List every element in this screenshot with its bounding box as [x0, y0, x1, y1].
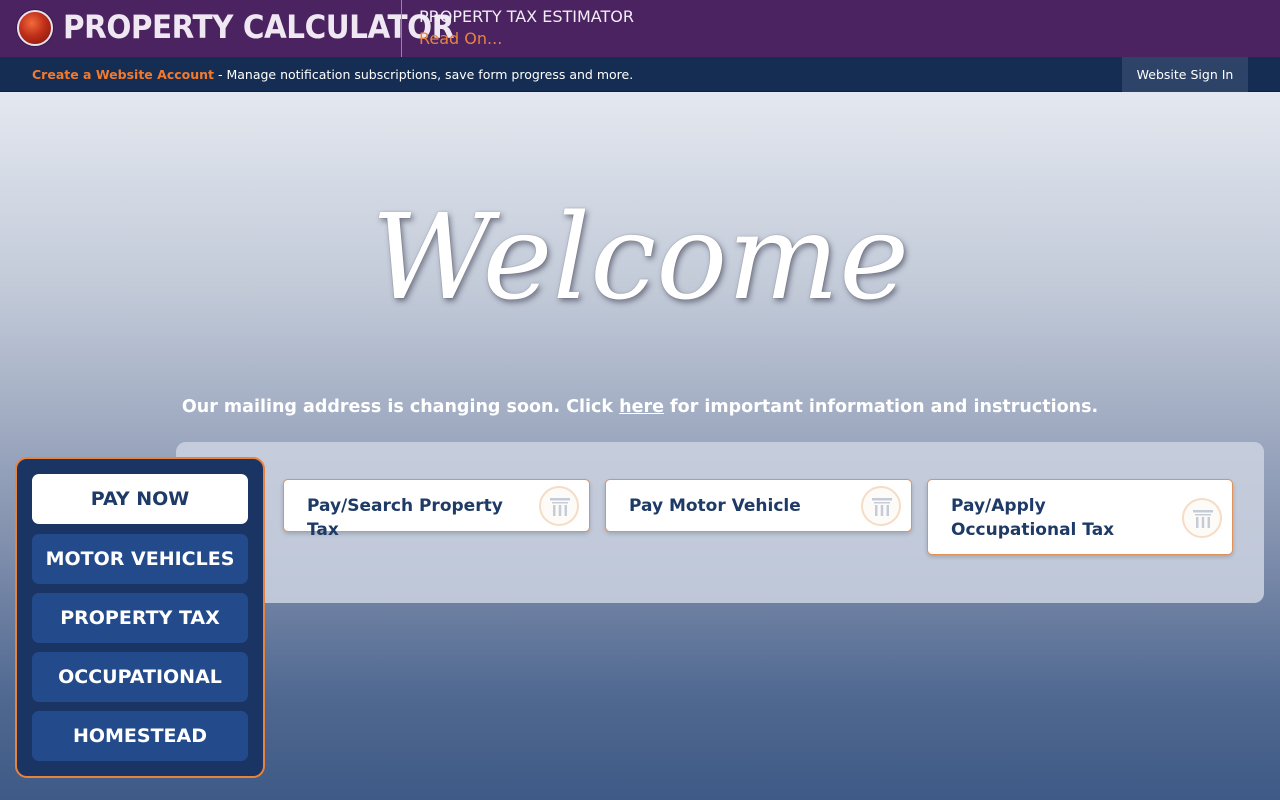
notice-text-end: for important information and instructio… [663, 397, 1099, 417]
notice-here-link[interactable]: here [619, 397, 664, 417]
notice-text-start: Our mailing address is changing soon. Cl… [181, 397, 620, 417]
create-account-link[interactable]: Create a Website Account [32, 67, 214, 82]
welcome-heading: Welcome [370, 188, 910, 326]
promo-title: PROPERTY TAX ESTIMATOR [419, 7, 634, 26]
logo-icon[interactable] [17, 10, 53, 46]
top-banner: PROPERTY CALCULATOR PROPERTY TAX ESTIMAT… [0, 0, 1280, 57]
card-label: Pay/Apply Occupational Tax [951, 496, 1115, 540]
promo-read-on-link[interactable]: Read On... [419, 29, 502, 48]
card-pay-apply-occupational-tax[interactable]: Pay/Apply Occupational Tax [927, 479, 1233, 555]
account-message: Create a Website Account - Manage notifi… [32, 67, 633, 82]
account-bar: Create a Website Account - Manage notifi… [0, 57, 1280, 92]
pillar-icon [539, 486, 579, 526]
menu-property-tax[interactable]: PROPERTY TAX [32, 593, 248, 643]
sign-in-button[interactable]: Website Sign In [1122, 57, 1248, 92]
card-label: Pay/Search Property Tax [307, 496, 503, 540]
card-label: Pay Motor Vehicle [629, 496, 801, 516]
card-pay-search-property-tax[interactable]: Pay/Search Property Tax [283, 479, 590, 540]
pillar-icon [1182, 498, 1222, 538]
menu-occupational[interactable]: OCCUPATIONAL [32, 652, 248, 702]
mailing-notice: Our mailing address is changing soon. Cl… [0, 397, 1280, 417]
menu-motor-vehicles[interactable]: MOTOR VEHICLES [32, 534, 248, 584]
site-brand[interactable]: PROPERTY CALCULATOR [63, 8, 454, 46]
account-description: - Manage notification subscriptions, sav… [214, 67, 634, 82]
menu-pay-now[interactable]: PAY NOW [32, 474, 248, 524]
header-divider [401, 0, 402, 57]
card-pay-motor-vehicle[interactable]: Pay Motor Vehicle [605, 479, 912, 532]
side-menu: PAY NOW MOTOR VEHICLES PROPERTY TAX OCCU… [15, 457, 265, 778]
menu-homestead[interactable]: HOMESTEAD [32, 711, 248, 761]
pillar-icon [861, 486, 901, 526]
